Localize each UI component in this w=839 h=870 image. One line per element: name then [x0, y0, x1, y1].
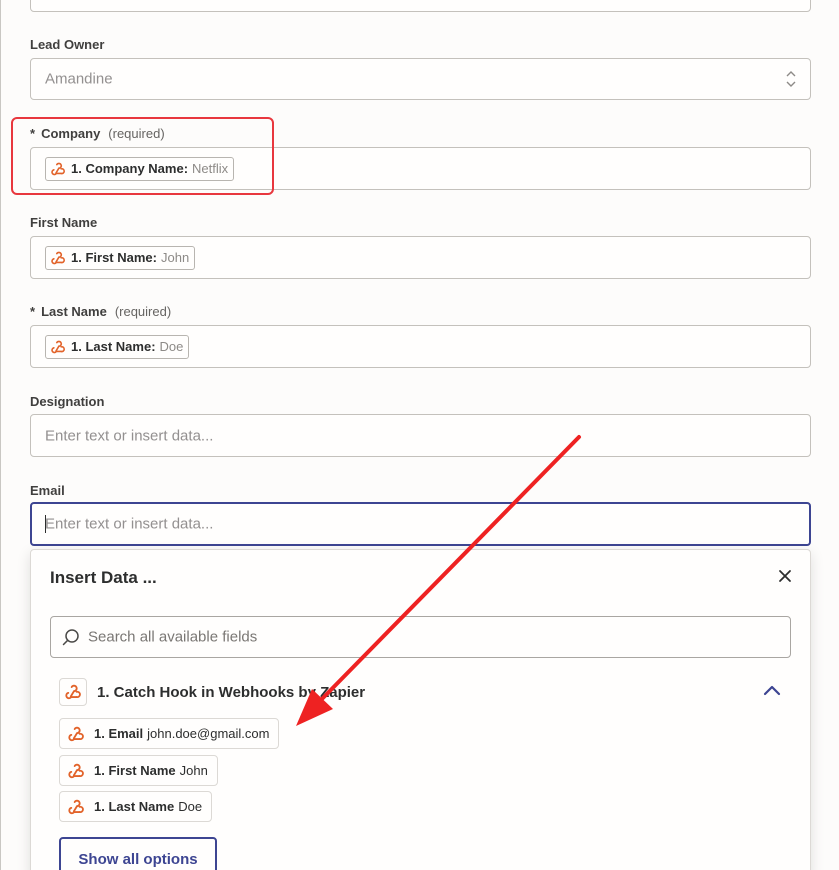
previous-field-input[interactable]	[30, 0, 811, 12]
first-name-data-pill[interactable]: 1. First Name: John	[45, 245, 196, 270]
search-icon	[62, 629, 79, 646]
data-item-first-name[interactable]: 1. First Name John	[59, 755, 218, 786]
first-name-input[interactable]: 1. First Name: John	[30, 236, 811, 279]
webhook-icon	[68, 763, 84, 778]
designation-placeholder: Enter text or insert data...	[45, 427, 214, 444]
last-name-input[interactable]: 1. Last Name: Doe	[30, 325, 811, 368]
lead-owner-select[interactable]: Amandine	[30, 58, 811, 100]
email-label: Email	[30, 483, 65, 498]
insert-data-dropdown: Insert Data ... Search all available fie…	[30, 549, 811, 870]
source-step-title: 1. Catch Hook in Webhooks by Zapier	[97, 684, 366, 701]
webhook-icon	[51, 340, 65, 353]
email-placeholder: Enter text or insert data...	[45, 515, 214, 533]
designation-label: Designation	[30, 394, 105, 409]
search-placeholder: Search all available fields	[88, 628, 258, 646]
required-star: *	[30, 304, 36, 319]
chevron-up-icon[interactable]	[763, 684, 781, 696]
last-name-data-pill[interactable]: 1. Last Name: Doe	[45, 334, 190, 359]
source-step-header[interactable]: 1. Catch Hook in Webhooks by Zapier	[59, 678, 781, 708]
select-arrows-icon	[786, 71, 796, 87]
email-input[interactable]: Enter text or insert data...	[30, 502, 811, 546]
insert-data-title: Insert Data ...	[50, 568, 157, 587]
show-all-options-button[interactable]: Show all options	[59, 837, 217, 870]
data-item-last-name[interactable]: 1. Last Name Doe	[59, 791, 213, 822]
designation-input[interactable]: Enter text or insert data...	[30, 414, 811, 457]
webhook-icon	[65, 684, 81, 700]
close-icon[interactable]	[778, 569, 792, 583]
lead-owner-value: Amandine	[45, 70, 113, 88]
first-name-label: First Name	[30, 215, 98, 230]
search-fields-input[interactable]: Search all available fields	[50, 616, 791, 658]
company-highlight-annotation	[11, 117, 274, 195]
lead-owner-label: Lead Owner	[30, 37, 105, 52]
page-left-border	[0, 0, 1, 870]
data-item-email[interactable]: 1. Email john.doe@gmail.com	[59, 718, 280, 749]
required-note: (required)	[114, 304, 172, 319]
webhook-icon	[68, 726, 84, 741]
webhook-icon	[51, 251, 65, 264]
last-name-label: * Last Name (required)	[30, 304, 172, 319]
webhook-icon	[68, 799, 84, 814]
source-icon-box	[59, 678, 87, 706]
